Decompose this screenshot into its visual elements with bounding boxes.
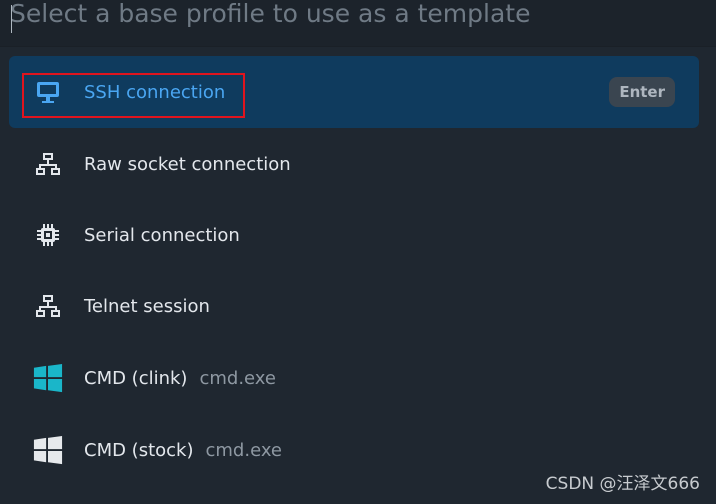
profile-item-telnet-session[interactable]: Telnet session bbox=[9, 270, 699, 342]
network-icon bbox=[33, 149, 63, 179]
windows-icon bbox=[33, 363, 63, 393]
profile-label: Serial connection bbox=[84, 224, 240, 246]
text-cursor bbox=[11, 5, 12, 33]
profile-label: Raw socket connection bbox=[84, 153, 291, 175]
profile-item-serial-connection[interactable]: Serial connection bbox=[9, 199, 699, 271]
profile-item-cmd-clink[interactable]: CMD (clink) cmd.exe bbox=[9, 342, 699, 414]
profile-label: CMD (stock) bbox=[84, 439, 194, 461]
watermark: CSDN @汪泽文666 bbox=[545, 474, 700, 494]
profile-command: cmd.exe bbox=[199, 367, 276, 389]
profile-label: CMD (clink) bbox=[84, 367, 188, 389]
search-bar bbox=[0, 0, 716, 47]
network-icon bbox=[33, 291, 63, 321]
profile-selector: SSH connection Enter bbox=[0, 0, 716, 504]
monitor-icon bbox=[33, 77, 63, 107]
profile-item-raw-socket-connection[interactable]: Raw socket connection bbox=[9, 128, 699, 200]
windows-icon bbox=[33, 435, 63, 465]
enter-shortcut-badge: Enter bbox=[609, 77, 675, 107]
profile-label: SSH connection bbox=[84, 81, 226, 103]
search-input[interactable] bbox=[10, 0, 700, 34]
chip-icon bbox=[33, 220, 63, 250]
profile-item-ssh-connection[interactable]: SSH connection Enter bbox=[9, 56, 699, 128]
profile-command: cmd.exe bbox=[205, 439, 283, 461]
profile-label: Telnet session bbox=[84, 295, 210, 317]
